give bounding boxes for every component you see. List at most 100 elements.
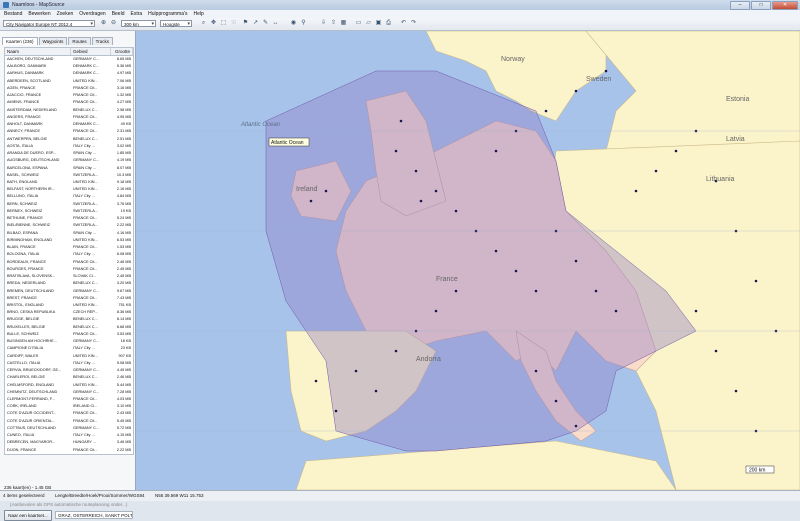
table-row[interactable]: BARCELONA, ESPANA SPAIN City ... 8.07 MB xyxy=(5,165,133,172)
open-icon[interactable]: ▱ xyxy=(365,20,372,27)
table-row[interactable]: AACHEN, DEUTSCHLAND GERMANY C... 8.65 MB xyxy=(5,56,133,63)
table-row[interactable]: BREMEN, DEUTSCHLAND GERMANY C... 9.67 MB xyxy=(5,288,133,295)
table-row[interactable]: BUSINGEN AM HOCHRHE... GERMANY C... 18 KB xyxy=(5,338,133,345)
find-address-icon[interactable]: ⚲ xyxy=(300,20,307,27)
receive-device-icon[interactable]: ⇩ xyxy=(320,20,327,27)
column-header-area[interactable]: Gebied xyxy=(71,48,111,55)
table-row[interactable]: AJACCIO, FRANCE FRANCE Cit... 1.32 MB xyxy=(5,92,133,99)
table-row[interactable]: BORDEAUX, FRANCE FRANCE Cit... 2.46 MB xyxy=(5,259,133,266)
table-row[interactable]: BELFAST, NORTHERN IR... UNITED KIN... 2.16… xyxy=(5,186,133,193)
table-row[interactable]: BRISTOL, ENGLAND UNITED KIN... 751 KB xyxy=(5,302,133,309)
table-row[interactable]: BRNO, CESKA REPUBLIKA CZECH REP... 8.36 MB xyxy=(5,309,133,316)
table-row[interactable]: BREDA, NEDERLAND BENELUX C... 3.20 MB xyxy=(5,280,133,287)
menu-bewerken[interactable]: Bewerken xyxy=(28,10,50,18)
table-row[interactable]: ANGERS, FRANCE FRANCE Cit... 4.95 MB xyxy=(5,114,133,121)
table-row[interactable]: CHEMNITZ, DEUTSCHLAND GERMANY C... 7.28 MB xyxy=(5,389,133,396)
table-row[interactable]: BATH, ENGLAND UNITED KIN... 9.18 MB xyxy=(5,179,133,186)
table-row[interactable]: ABERDEEN, SCOTLAND UNITED KIN... 7.06 MB xyxy=(5,78,133,85)
table-row[interactable]: COTE D'AZUR ORIENTAL... FRANCE Cit... 5.45… xyxy=(5,418,133,425)
zoom-tool-icon[interactable]: ⌕ xyxy=(200,20,207,27)
map-canvas[interactable]: Norway Sweden Estonia Latvia Lithuania I… xyxy=(136,31,800,490)
table-row[interactable]: CHELMSFORD, ENGLAND UNITED KIN... 5.44 MB xyxy=(5,382,133,389)
table-row[interactable]: BOLOGNA, ITALIA ITALY City ... 6.08 MB xyxy=(5,251,133,258)
menu-extra[interactable]: Extra xyxy=(130,10,142,18)
table-row[interactable]: AMSTERDAM, NEDERLAND BENELUX C... 2.98 MB xyxy=(5,107,133,114)
table-row[interactable]: ANNECY, FRANCE FRANCE Cit... 2.31 MB xyxy=(5,128,133,135)
table-row[interactable]: COTTBUS, DEUTSCHLAND GERMANY C... 5.72 MB xyxy=(5,425,133,432)
detail-select[interactable]: Hoogste xyxy=(160,20,192,28)
table-row[interactable]: CAMPIONE D'ITALIA ITALY City ... 23 KB xyxy=(5,345,133,352)
table-row[interactable]: AOSTA, ITALIA ITALY City ... 3.02 MB xyxy=(5,143,133,150)
map-view[interactable]: Norway Sweden Estonia Latvia Lithuania I… xyxy=(136,31,800,490)
table-row[interactable]: ARANDA DE DUERO, ESP... SPAIN City ... 1.8… xyxy=(5,150,133,157)
zoom-in-icon[interactable]: ⊕ xyxy=(100,20,107,27)
table-row[interactable]: BILBAO, ESPANA SPAIN City ... 4.16 MB xyxy=(5,230,133,237)
table-row[interactable]: BIEL/BIENNE, SCHWEIZ SWITZERLA... 2.22 MB xyxy=(5,222,133,229)
table-row[interactable]: BERN, SCHWEIZ SWITZERLA... 3.76 MB xyxy=(5,201,133,208)
table-row[interactable]: CARDIFF, WALES UNITED KIN... 907 KB xyxy=(5,353,133,360)
tab-waypoints[interactable]: Waypoints xyxy=(38,37,68,45)
table-row[interactable]: BLAIN, FRANCE FRANCE Cit... 1.53 MB xyxy=(5,244,133,251)
table-row[interactable]: AGEN, FRANCE FRANCE Cit... 3.16 MB xyxy=(5,85,133,92)
menu-hulpprogrammas[interactable]: Hulpprogramma's xyxy=(148,10,187,18)
table-row[interactable]: ANTWERPEN, BELGIE BENELUX C... 2.51 MB xyxy=(5,136,133,143)
send-device-icon[interactable]: ⇧ xyxy=(330,20,337,27)
table-row[interactable]: COTE D'AZUR OCCIDENT... FRANCE Cit... 2.43… xyxy=(5,410,133,417)
column-header-size[interactable]: Grootte xyxy=(111,48,133,55)
route-tool-icon[interactable]: ↗ xyxy=(252,20,259,27)
zoom-level-select[interactable]: 300 km xyxy=(121,20,156,28)
maximize-button[interactable]: □ xyxy=(751,1,771,10)
maps-table[interactable]: AACHEN, DEUTSCHLAND GERMANY C... 8.65 MB AA… xyxy=(4,55,134,455)
menu-zoeken[interactable]: Zoeken xyxy=(57,10,74,18)
table-row[interactable]: CORK, IRELAND IRELAND Ci... 3.10 MB xyxy=(5,403,133,410)
save-icon[interactable]: ▣ xyxy=(375,20,382,27)
table-row[interactable]: DIJON, FRANCE FRANCE Cit... 2.22 MB xyxy=(5,447,133,454)
table-row[interactable]: BULLE, SCHWEIZ FRANCE Cit... 3.53 MB xyxy=(5,331,133,338)
select-tool-icon[interactable]: ⬚ xyxy=(220,20,227,27)
table-row[interactable]: BIRMINGHAM, ENGLAND UNITED KIN... 6.53 MB xyxy=(5,237,133,244)
tab-maps[interactable]: Kaarten (236) xyxy=(2,37,38,45)
column-header-name[interactable]: Naam xyxy=(5,48,71,55)
map-product-select[interactable]: City Navigator Europe NT 2012.4 xyxy=(3,20,95,28)
table-row[interactable]: BRATISLAVA, SLOVENSK... SLOVAK CI... 2.45 … xyxy=(5,273,133,280)
table-row[interactable]: BETHUNE, FRANCE FRANCE Cit... 5.24 MB xyxy=(5,215,133,222)
table-row[interactable]: CASTELLO, ITALIA ITALY City ... 5.08 MB xyxy=(5,360,133,367)
table-row[interactable]: BELLUNO, ITALIA ITALY City ... 4.84 MB xyxy=(5,193,133,200)
menu-bestand[interactable]: Bestand xyxy=(4,10,22,18)
menu-overdragen[interactable]: Overdragen xyxy=(79,10,105,18)
tab-tracks[interactable]: Tracks xyxy=(91,37,113,45)
new-icon[interactable]: ▭ xyxy=(355,20,362,27)
send-mapset-button[interactable]: Naar een kaartset... xyxy=(4,510,52,521)
table-row[interactable]: AARHUS, DANMARK DENMARK C... 4.97 MB xyxy=(5,70,133,77)
zoom-out-icon[interactable]: ⊖ xyxy=(110,20,117,27)
table-row[interactable]: DEBRECEN, MAGYAROR... HUNGARY ... 3.46 MB xyxy=(5,439,133,446)
pan-tool-icon[interactable]: ✥ xyxy=(210,20,217,27)
table-row[interactable]: BRUGGE, BELGIE BENELUX C... 8.14 MB xyxy=(5,316,133,323)
table-row[interactable]: AUGSBURG, DEUTSCHLAND GERMANY C... 4.19 MB xyxy=(5,157,133,164)
undo-icon[interactable]: ↶ xyxy=(400,20,407,27)
table-row[interactable]: CHARLEROI, BELGIE BENELUX C... 2.46 MB xyxy=(5,374,133,381)
table-row[interactable]: CLERMONT-FERRAND, F... FRANCE Cit... 4.03 … xyxy=(5,396,133,403)
table-row[interactable]: BREST, FRANCE FRANCE Cit... 7.43 MB xyxy=(5,295,133,302)
map-data-icon[interactable]: ▦ xyxy=(340,20,347,27)
table-row[interactable]: CERVIA, BRUECK/DORF, GE... GERMANY C... 4.… xyxy=(5,367,133,374)
table-row[interactable]: BERNEX, SCHWEIZ SWITZERLA... 19 KB xyxy=(5,208,133,215)
table-row[interactable]: BOURGES, FRANCE FRANCE Cit... 2.45 MB xyxy=(5,266,133,273)
table-row[interactable]: AALBORG, DANMARK DENMARK C... 5.36 MB xyxy=(5,63,133,70)
print-icon[interactable]: ⎙ xyxy=(385,20,392,27)
menu-help[interactable]: Help xyxy=(193,10,203,18)
table-row[interactable]: ANHOLT, DANMARK DENMARK C... 49 KB xyxy=(5,121,133,128)
hand-tool-icon[interactable]: ☜ xyxy=(230,20,237,27)
menu-beeld[interactable]: Beeld xyxy=(112,10,125,18)
table-row[interactable]: BASEL, SCHWEIZ SWITZERLA... 10.3 MB xyxy=(5,172,133,179)
close-button[interactable]: ✕ xyxy=(772,1,798,10)
minimize-button[interactable]: – xyxy=(730,1,750,10)
table-row[interactable]: CUNEO, ITALIA ITALY City ... 4.15 MB xyxy=(5,432,133,439)
waypoint-tool-icon[interactable]: ⚑ xyxy=(242,20,249,27)
redo-icon[interactable]: ↷ xyxy=(410,20,417,27)
measure-tool-icon[interactable]: ↔ xyxy=(272,20,279,27)
find-places-icon[interactable]: ◉ xyxy=(290,20,297,27)
table-row[interactable]: AMIENS, FRANCE FRANCE Cit... 4.27 MB xyxy=(5,99,133,106)
table-row[interactable]: BRUXELLES, BELGIE BENELUX C... 6.68 MB xyxy=(5,324,133,331)
track-tool-icon[interactable]: ✎ xyxy=(262,20,269,27)
